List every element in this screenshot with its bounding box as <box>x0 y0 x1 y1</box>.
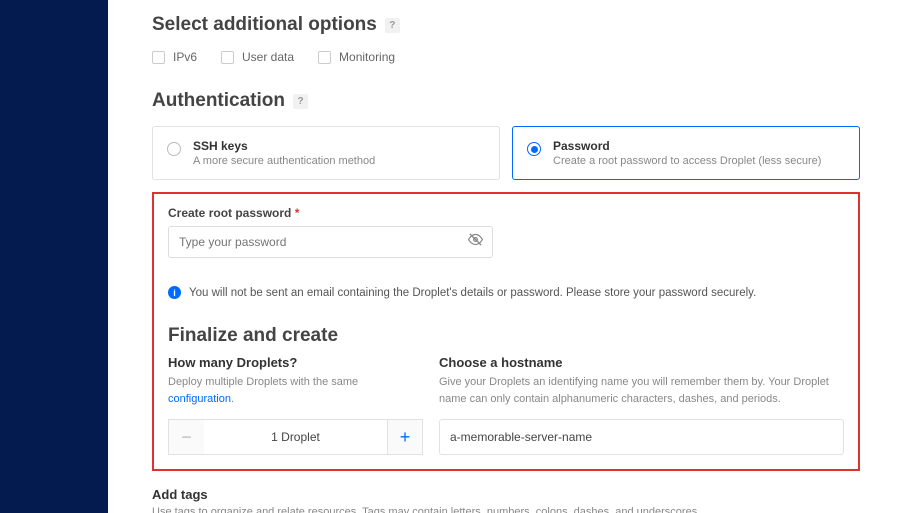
info-text: You will not be sent an email containing… <box>189 287 756 299</box>
main-content: Select additional options ? IPv6 User da… <box>108 0 900 513</box>
label-text: Create root password <box>168 206 291 220</box>
checkbox-icon <box>221 51 234 64</box>
checkbox-icon <box>152 51 165 64</box>
stepper-value: 1 Droplet <box>204 419 387 455</box>
option-monitoring[interactable]: Monitoring <box>318 50 395 64</box>
how-many-title: How many Droplets? <box>168 355 423 370</box>
password-input-wrap <box>168 226 493 258</box>
auth-card-body: Password Create a root password to acces… <box>553 139 821 167</box>
password-label: Create root password * <box>168 206 844 220</box>
help-icon[interactable]: ? <box>385 18 400 33</box>
finalize-col-hostname: Choose a hostname Give your Droplets an … <box>439 355 844 455</box>
hostname-desc: Give your Droplets an identifying name y… <box>439 374 844 407</box>
finalize-title: Finalize and create <box>168 325 844 347</box>
radio-icon <box>167 142 181 156</box>
tags-desc: Use tags to organize and relate resource… <box>152 506 860 513</box>
highlight-box: Create root password * i You will not be… <box>152 192 860 471</box>
hostname-input[interactable] <box>439 419 844 455</box>
authentication-title: Authentication ? <box>152 90 860 112</box>
auth-card-ssh[interactable]: SSH keys A more secure authentication me… <box>152 126 500 180</box>
option-label: IPv6 <box>173 50 197 64</box>
title-text: Select additional options <box>152 14 377 36</box>
auth-card-desc: Create a root password to access Droplet… <box>553 155 821 167</box>
configuration-link[interactable]: configuration <box>168 393 231 405</box>
password-info: i You will not be sent an email containi… <box>168 276 844 309</box>
auth-card-desc: A more secure authentication method <box>193 155 375 167</box>
auth-card-title: SSH keys <box>193 139 375 153</box>
quantity-stepper: − 1 Droplet + <box>168 419 423 455</box>
option-label: Monitoring <box>339 50 395 64</box>
auth-card-title: Password <box>553 139 821 153</box>
tags-title: Add tags <box>152 487 860 502</box>
sidebar <box>0 0 108 513</box>
option-ipv6[interactable]: IPv6 <box>152 50 197 64</box>
stepper-minus-button[interactable]: − <box>168 419 204 455</box>
stepper-plus-button[interactable]: + <box>387 419 423 455</box>
auth-card-password[interactable]: Password Create a root password to acces… <box>512 126 860 180</box>
info-icon: i <box>168 286 181 299</box>
radio-icon <box>527 142 541 156</box>
hostname-title: Choose a hostname <box>439 355 844 370</box>
eye-slash-icon[interactable] <box>468 232 483 252</box>
auth-cards: SSH keys A more secure authentication me… <box>152 126 860 180</box>
finalize-columns: How many Droplets? Deploy multiple Dropl… <box>168 355 844 455</box>
password-input[interactable] <box>168 226 493 258</box>
how-many-desc: Deploy multiple Droplets with the same c… <box>168 374 423 407</box>
help-icon[interactable]: ? <box>293 94 308 109</box>
title-text: Authentication <box>152 90 285 112</box>
option-user-data[interactable]: User data <box>221 50 294 64</box>
option-label: User data <box>242 50 294 64</box>
desc-prefix: Deploy multiple Droplets with the same <box>168 376 358 388</box>
additional-options-row: IPv6 User data Monitoring <box>152 50 860 64</box>
additional-options-title: Select additional options ? <box>152 14 860 36</box>
auth-card-body: SSH keys A more secure authentication me… <box>193 139 375 167</box>
required-asterisk: * <box>295 206 300 220</box>
desc-suffix: . <box>231 393 234 405</box>
finalize-col-droplets: How many Droplets? Deploy multiple Dropl… <box>168 355 423 455</box>
checkbox-icon <box>318 51 331 64</box>
